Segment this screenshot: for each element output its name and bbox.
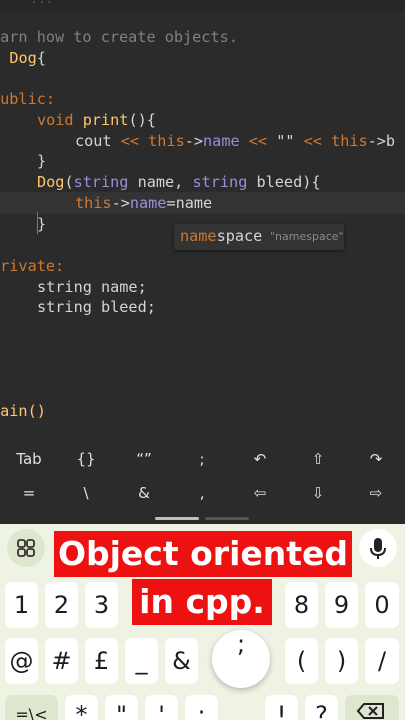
top-strip-text: ... [30,0,53,7]
symbol-key-ampersand[interactable]: & [115,484,173,512]
code-line-cout[interactable]: cout << this->name << "" << this->b [75,131,395,151]
key-hash[interactable]: # [45,638,78,684]
key-quote[interactable]: " [105,695,138,720]
key-9[interactable]: 9 [325,582,358,628]
key-slash[interactable]: / [365,638,399,684]
symbol-key-backslash[interactable]: \ [57,484,115,512]
key-underscore[interactable]: _ [125,638,158,684]
key-1[interactable]: 1 [5,582,38,628]
symbol-key-semicolon[interactable]: ; [173,450,231,478]
code-token: -> [111,194,130,212]
symbol-key-quotes[interactable]: “” [115,450,173,478]
symbol-bar: Tab {} “” ; ↶ ⇧ ↷ = \ & ‚ ⇦ ⇩ ⇨ [0,448,405,524]
autocomplete-match: name [180,227,217,245]
code-token: string [192,173,248,191]
code-token: name [203,132,240,150]
code-token: name [129,194,167,212]
key-asterisk[interactable]: * [65,695,98,720]
redo-icon[interactable]: ↷ [347,450,405,478]
key-paren-open[interactable]: ( [285,638,318,684]
code-token: bleed){ [247,173,321,191]
code-line-constructor[interactable]: Dog(string name, string bleed){ [37,172,321,192]
key-question[interactable]: ? [305,695,338,720]
code-token: print [82,111,129,129]
arrow-down-icon[interactable]: ⇩ [289,484,347,512]
grid-button[interactable] [7,529,45,567]
symbol-key-tab[interactable]: Tab [0,450,58,478]
page-indicator [205,517,249,520]
code-line-class[interactable]: s Dog{ [0,48,46,68]
code-token: name, [128,173,193,191]
code-token: this [139,132,185,150]
code-line-close-brace[interactable]: } [37,214,46,234]
key-more-symbols[interactable]: =\< [5,695,58,720]
code-token: (){ [128,111,156,129]
code-editor[interactable]: ... earn how to create objects. s Dog{ p… [0,0,405,448]
code-line-main[interactable]: main() [0,401,46,421]
backspace-key[interactable] [345,695,399,720]
code-token: << [294,132,332,150]
key-ampersand[interactable]: & [165,638,198,684]
symbol-key-equals[interactable]: = [0,484,58,512]
arrow-left-icon[interactable]: ⇦ [231,484,289,512]
code-token: -> [184,132,204,150]
key-at[interactable]: @ [5,638,38,684]
code-token: ( [64,173,74,191]
key-3[interactable]: 3 [85,582,118,628]
code-token: string [73,173,129,191]
code-token: Dog [9,49,37,67]
code-token: << [120,132,140,150]
code-token: Dog [37,173,65,191]
caption-line-2: in cpp. [132,579,272,625]
key-8[interactable]: 8 [285,582,318,628]
code-line-member[interactable]: string name; [37,277,147,297]
autocomplete-popup[interactable]: namespace "namespace" [174,224,344,250]
code-token: { [36,49,46,67]
key-0[interactable]: 0 [365,582,399,628]
key-exclamation[interactable]: ! [265,695,298,720]
arrow-right-icon[interactable]: ⇨ [347,484,405,512]
page-indicator-active [155,517,199,520]
code-token: "" [276,132,295,150]
grid-icon [17,539,35,557]
key-paren-close[interactable]: ) [325,638,358,684]
code-token: =name [166,194,213,212]
code-token: ->b [367,132,396,150]
code-token: main() [0,402,46,420]
autocomplete-suggestion[interactable]: namespace [180,227,262,245]
code-token: this [331,132,368,150]
backspace-icon [356,703,384,719]
autocomplete-hint: "namespace" [270,230,344,243]
code-line-private[interactable]: private: [0,256,64,276]
mic-button[interactable] [359,529,397,567]
mic-icon [370,538,386,559]
code-line-public[interactable]: public: [0,89,55,109]
key-apostrophe[interactable]: ' [145,695,178,720]
symbol-key-braces[interactable]: {} [57,450,115,478]
key-pound[interactable]: £ [85,638,118,684]
key-semicolon-popup[interactable]: ; [212,630,270,688]
code-line-member[interactable]: string bleed; [37,297,156,317]
editor-top-strip: ... [0,0,405,12]
code-line-assign[interactable]: this->name=name [75,193,212,213]
shift-icon[interactable]: ⇧ [289,450,347,478]
caption-line-1: Object oriented [54,531,352,577]
code-line-print[interactable]: void print(){ [37,110,156,130]
symbol-key-comma[interactable]: ‚ [173,484,231,512]
key-2[interactable]: 2 [45,582,78,628]
autocomplete-rest: space [216,227,263,245]
code-line-close-brace[interactable]: } [37,151,46,171]
key-colon[interactable]: : [185,695,218,720]
code-token: << [239,132,277,150]
code-token: void [37,111,74,129]
code-line-comment[interactable]: earn how to create objects. [0,27,238,47]
undo-icon[interactable]: ↶ [231,450,289,478]
code-token: cout [75,132,121,150]
code-token: this [75,194,112,212]
